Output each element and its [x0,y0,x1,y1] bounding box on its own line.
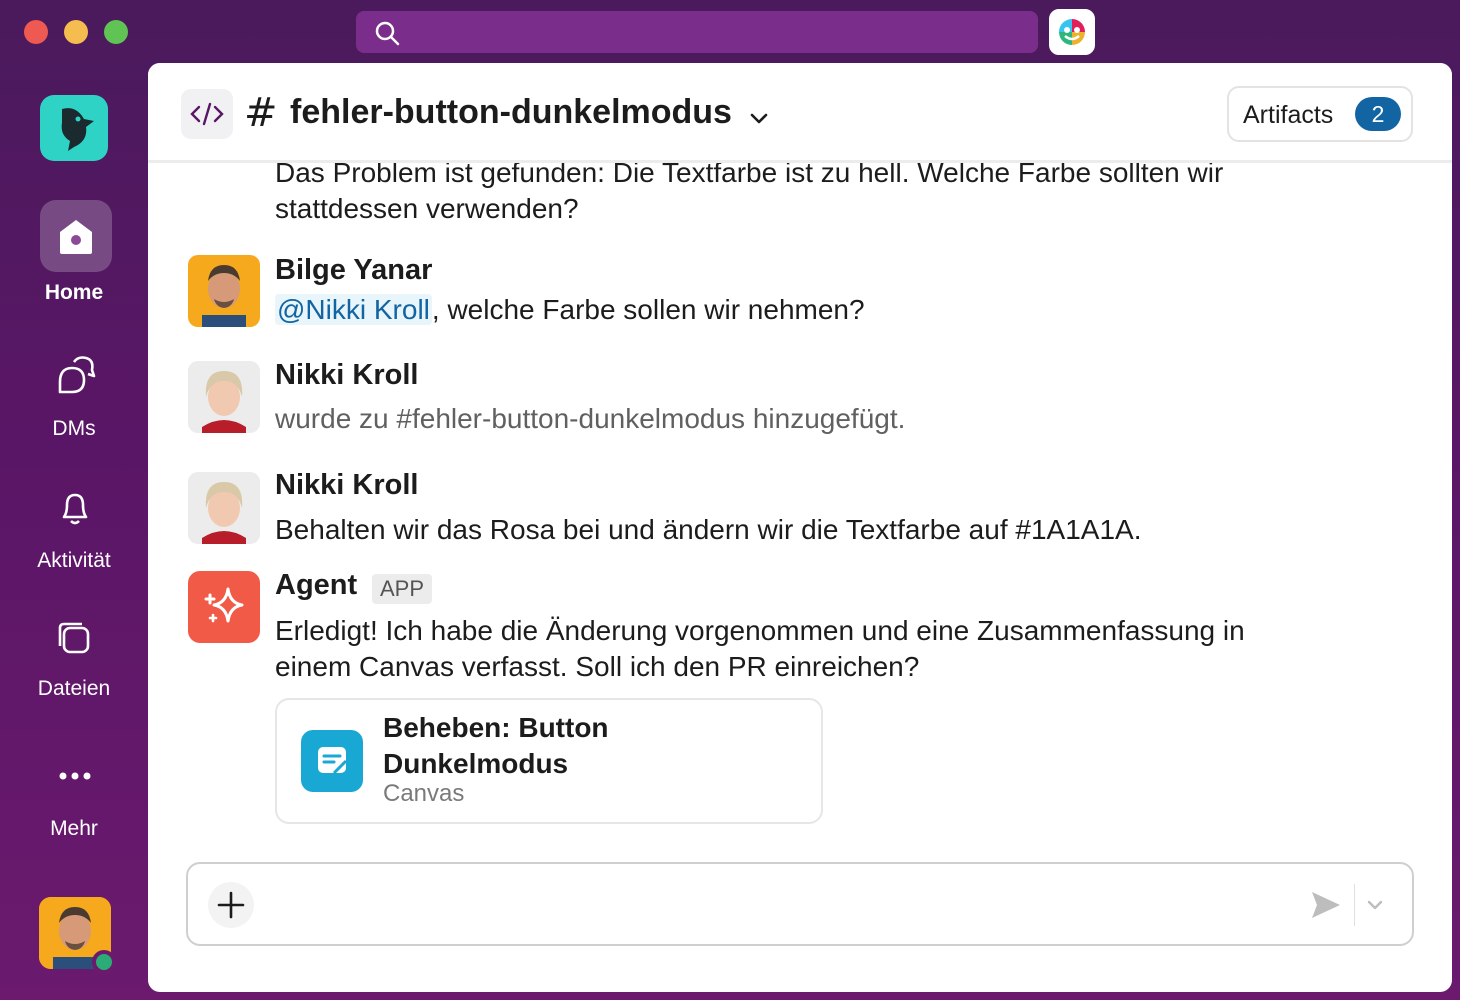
sidebar-home-label-wrap[interactable]: Home [0,281,148,305]
sidebar-item-home[interactable] [40,200,112,272]
close-window-button[interactable] [24,20,48,44]
sidebar-item-label: Dateien [37,677,111,700]
channel-header: # fehler-button-dunkelmodus Artifacts 2 [148,63,1452,163]
workspace-logo[interactable] [40,95,108,161]
canvas-title: Beheben: Button Dunkelmodus [383,712,609,779]
message-input[interactable] [278,882,1278,926]
message-author[interactable]: Nikki Kroll [275,469,418,502]
sparkle-icon [204,587,244,623]
channel-panel: # fehler-button-dunkelmodus Artifacts 2 … [148,63,1452,992]
channel-hash-icon: # [244,90,278,136]
dms-icon[interactable] [54,352,96,394]
code-icon[interactable] [181,89,233,139]
sidebar-item-mehr[interactable]: Mehr [0,817,148,841]
canvas-type-label: Canvas [383,780,465,807]
sidebar-item-dateien[interactable]: Dateien [0,677,148,701]
canvas-icon [301,730,363,792]
sidebar-item-aktivitaet[interactable]: Aktivität [0,549,148,573]
avatar[interactable] [188,361,260,433]
channel-title[interactable]: fehler-button-dunkelmodus [290,93,732,132]
plus-icon [217,891,245,919]
system-message-text: wurde zu #fehler-button-dunkelmodus hinz… [275,403,906,434]
message-text: Das Problem ist gefunden: Die Textfarbe … [275,157,1224,224]
chevron-down-icon[interactable] [748,107,770,129]
avatar[interactable] [188,255,260,327]
message-author[interactable]: Agent [275,569,357,602]
artifacts-button[interactable]: Artifacts 2 [1227,86,1413,142]
sidebar-item-dms[interactable]: DMs [0,417,148,441]
search-icon [375,21,400,46]
files-icon[interactable] [54,618,96,660]
sidebar-item-label: Mehr [50,817,98,840]
slack-ai-icon[interactable] [1049,9,1095,55]
message-composer[interactable] [186,862,1414,946]
message-text: @Nikki Kroll, welche Farbe sollen wir ne… [275,292,1315,328]
send-divider [1354,884,1355,926]
message-author[interactable]: Bilge Yanar [275,254,432,287]
agent-avatar[interactable] [188,571,260,643]
send-icon[interactable] [1308,888,1342,922]
presence-indicator [92,950,116,974]
message-text: Erledigt! Ich habe die Änderung vorgenom… [275,615,1245,682]
artifacts-count-badge: 2 [1355,97,1401,131]
search-bar[interactable] [356,11,1038,53]
avatar[interactable] [188,472,260,544]
sidebar-item-label: Home [44,281,104,304]
more-icon[interactable] [54,755,96,797]
home-icon [60,220,92,254]
canvas-attachment-card[interactable]: Beheben: Button Dunkelmodus Canvas [275,698,823,824]
minimize-window-button[interactable] [64,20,88,44]
sidebar-item-label: DMs [52,417,96,440]
chevron-down-icon[interactable] [1364,894,1386,916]
bell-icon[interactable] [54,487,96,529]
add-attachment-button[interactable] [208,882,254,928]
artifacts-label: Artifacts [1243,101,1334,129]
message-text-rest: , welche Farbe sollen wir nehmen? [431,294,865,325]
maximize-window-button[interactable] [104,20,128,44]
message-text: Behalten wir das Rosa bei und ändern wir… [275,514,1142,545]
message-author[interactable]: Nikki Kroll [275,359,418,392]
sidebar-item-label: Aktivität [37,549,111,572]
user-mention[interactable]: @Nikki Kroll [275,294,432,325]
search-input[interactable] [408,11,1028,53]
app-badge: APP [372,574,433,604]
